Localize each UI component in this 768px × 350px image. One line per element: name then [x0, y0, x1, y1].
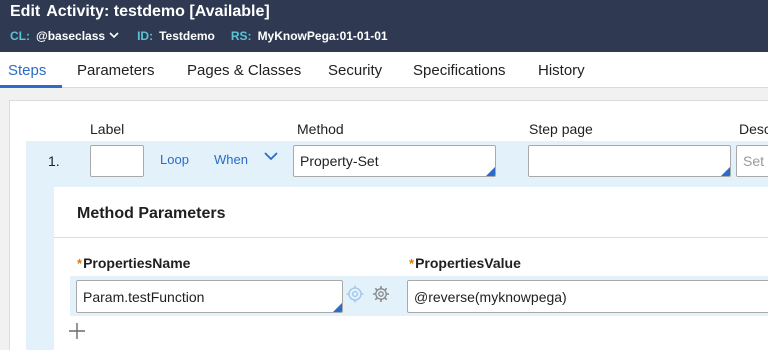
method-parameters-title: Method Parameters	[77, 205, 226, 222]
rule-name: Activity: testdemo [Available]	[46, 3, 270, 20]
properties-name-label: PropertiesName	[83, 255, 191, 271]
properties-value-header: *PropertiesValue	[409, 255, 521, 271]
tab-security[interactable]: Security	[328, 62, 382, 79]
column-label: Label	[90, 121, 125, 137]
method-value: Property-Set	[300, 153, 379, 169]
properties-name-value: Param.testFunction	[83, 288, 205, 305]
cl-key: CL:	[10, 29, 30, 43]
column-method: Method	[297, 121, 344, 137]
rs-value: MyKnowPega:01-01-01	[257, 29, 388, 43]
properties-value-label: PropertiesValue	[415, 255, 521, 271]
tab-steps[interactable]: Steps	[8, 62, 46, 79]
tab-history[interactable]: History	[538, 62, 585, 79]
column-step-page: Step page	[529, 121, 593, 137]
cl-value[interactable]: @baseclass	[36, 29, 105, 43]
autocomplete-corner-icon	[486, 167, 495, 176]
required-marker: *	[409, 256, 415, 271]
rule-header: Edit Activity: testdemo [Available] CL: …	[0, 0, 768, 52]
rule-meta: CL: @baseclass ID: Testdemo RS: MyKnowPe…	[10, 29, 388, 43]
tab-bar: Steps Parameters Pages & Classes Securit…	[0, 52, 768, 88]
properties-name-input[interactable]: Param.testFunction	[76, 280, 343, 313]
properties-name-header: *PropertiesName	[77, 255, 190, 271]
divider	[54, 237, 768, 238]
required-marker: *	[77, 256, 83, 271]
description-placeholder: Set	[743, 153, 765, 169]
plus-icon[interactable]	[68, 321, 86, 345]
tab-parameters[interactable]: Parameters	[77, 62, 155, 79]
tab-specifications[interactable]: Specifications	[413, 62, 506, 79]
chevron-down-icon[interactable]	[109, 30, 119, 42]
properties-value-value: @reverse(myknowpega)	[414, 288, 567, 305]
step-label-input[interactable]	[90, 145, 144, 177]
column-description: Desc	[739, 121, 768, 137]
method-input[interactable]: Property-Set	[293, 145, 496, 177]
step-number: 1.	[48, 153, 60, 169]
step-expanded-gutter	[26, 187, 54, 350]
properties-value-input[interactable]: @reverse(myknowpega)	[407, 280, 768, 313]
gear-icon[interactable]	[370, 283, 392, 305]
when-link[interactable]: When	[214, 152, 248, 167]
step-page-input[interactable]	[528, 145, 731, 177]
rule-title: Edit Activity: testdemo [Available]	[10, 3, 270, 21]
rs-key: RS:	[230, 29, 252, 43]
loop-link[interactable]: Loop	[160, 152, 189, 167]
autocomplete-corner-icon	[721, 167, 730, 176]
id-value: Testdemo	[159, 29, 215, 43]
active-tab-indicator	[0, 85, 62, 88]
tab-pages-classes[interactable]: Pages & Classes	[187, 62, 301, 79]
mode-label: Edit	[10, 3, 41, 20]
target-icon[interactable]	[344, 283, 366, 305]
chevron-down-icon[interactable]	[264, 148, 278, 164]
autocomplete-corner-icon	[333, 303, 342, 312]
id-key: ID:	[137, 29, 154, 43]
description-input[interactable]: Set	[736, 145, 768, 177]
